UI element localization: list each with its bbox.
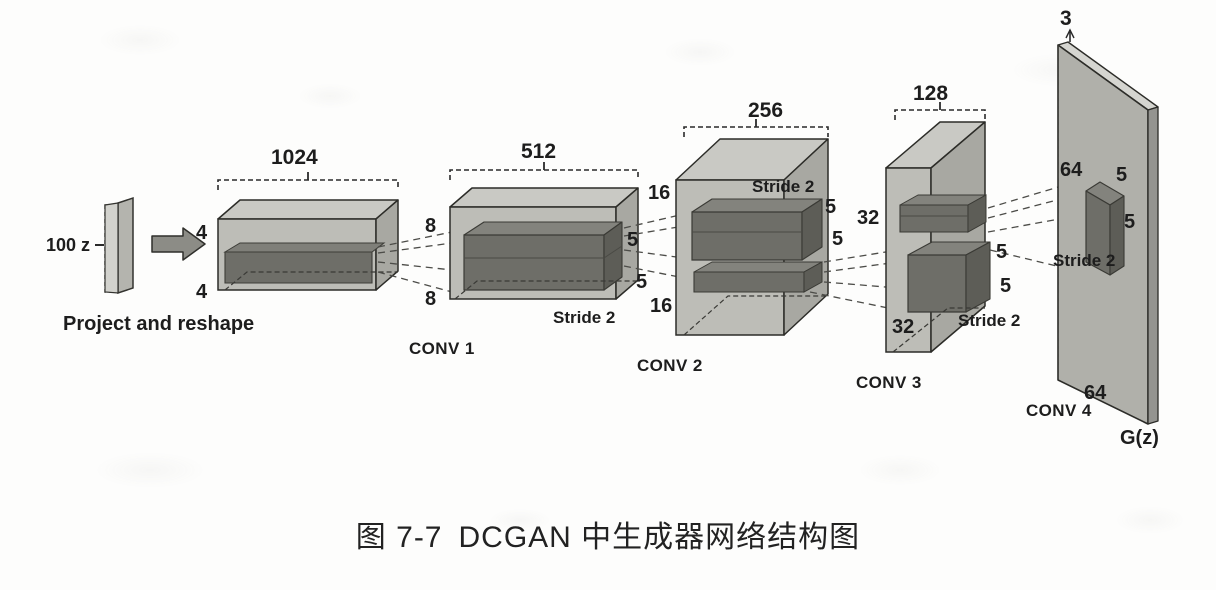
dim-32-bottom-label: 32	[892, 316, 915, 338]
kernel-5-conv3-a-label: 5	[996, 241, 1008, 263]
conv1-tensor-box	[449, 162, 639, 300]
kernel-5-conv3-b-label: 5	[1000, 275, 1012, 297]
dim-4-top-label: 4	[196, 222, 208, 244]
dim-16-bottom-label: 16	[650, 295, 673, 317]
dim-64-bottom-label: 64	[1084, 382, 1107, 404]
figure-caption: 图 7-7 DCGAN 中生成器网络结构图	[0, 512, 1216, 556]
stride-conv1-label: Stride 2	[553, 308, 616, 327]
figure-page: 100 z Project and reshape 1024 4 4 512 8…	[0, 0, 1216, 590]
stride-conv4-label: Stride 2	[1053, 251, 1116, 270]
dim-32-top-label: 32	[857, 207, 880, 229]
dim-4-bottom-label: 4	[196, 281, 208, 303]
dim-8-bottom-label: 8	[425, 288, 437, 310]
kernel-5-conv4-a-label: 5	[1116, 164, 1128, 186]
conv2-stage-label: CONV 2	[637, 356, 703, 375]
dim-64-top-label: 64	[1060, 159, 1083, 181]
figure-number: 图 7-7	[355, 521, 443, 554]
dim-8-top-label: 8	[425, 215, 437, 237]
architecture-diagram	[95, 28, 1159, 425]
stride-conv3-label: Stride 2	[958, 311, 1021, 330]
channels-128-label: 128	[913, 82, 949, 105]
output-image-plane	[1057, 28, 1159, 425]
channels-256-label: 256	[748, 99, 784, 122]
conv1-stage-label: CONV 1	[409, 339, 475, 358]
figure-title: DCGAN 中生成器网络结构图	[458, 521, 861, 554]
stride-conv2-label: Stride 2	[752, 177, 815, 196]
project-and-reshape-label: Project and reshape	[63, 313, 255, 335]
output-gz-label: G(z)	[1120, 427, 1159, 449]
dim-16-top-label: 16	[648, 182, 671, 204]
conv3-stage-label: CONV 3	[856, 373, 922, 392]
projected-tensor-box	[217, 172, 399, 291]
channels-3-label: 3	[1060, 7, 1072, 30]
conv4-stage-label: CONV 4	[1026, 401, 1092, 420]
channels-1024-label: 1024	[271, 146, 318, 169]
kernel-5-conv1-b-label: 5	[636, 271, 648, 293]
kernel-5-conv4-b-label: 5	[1124, 211, 1136, 233]
kernel-5-conv2-a-label: 5	[825, 196, 837, 218]
latent-vector-label: 100 z	[46, 235, 91, 255]
kernel-5-conv1-a-label: 5	[627, 229, 639, 251]
conv2-tensor-box	[675, 119, 829, 336]
channels-512-label: 512	[521, 140, 557, 163]
latent-vector-slab	[95, 196, 134, 295]
kernel-5-conv2-b-label: 5	[832, 228, 844, 250]
